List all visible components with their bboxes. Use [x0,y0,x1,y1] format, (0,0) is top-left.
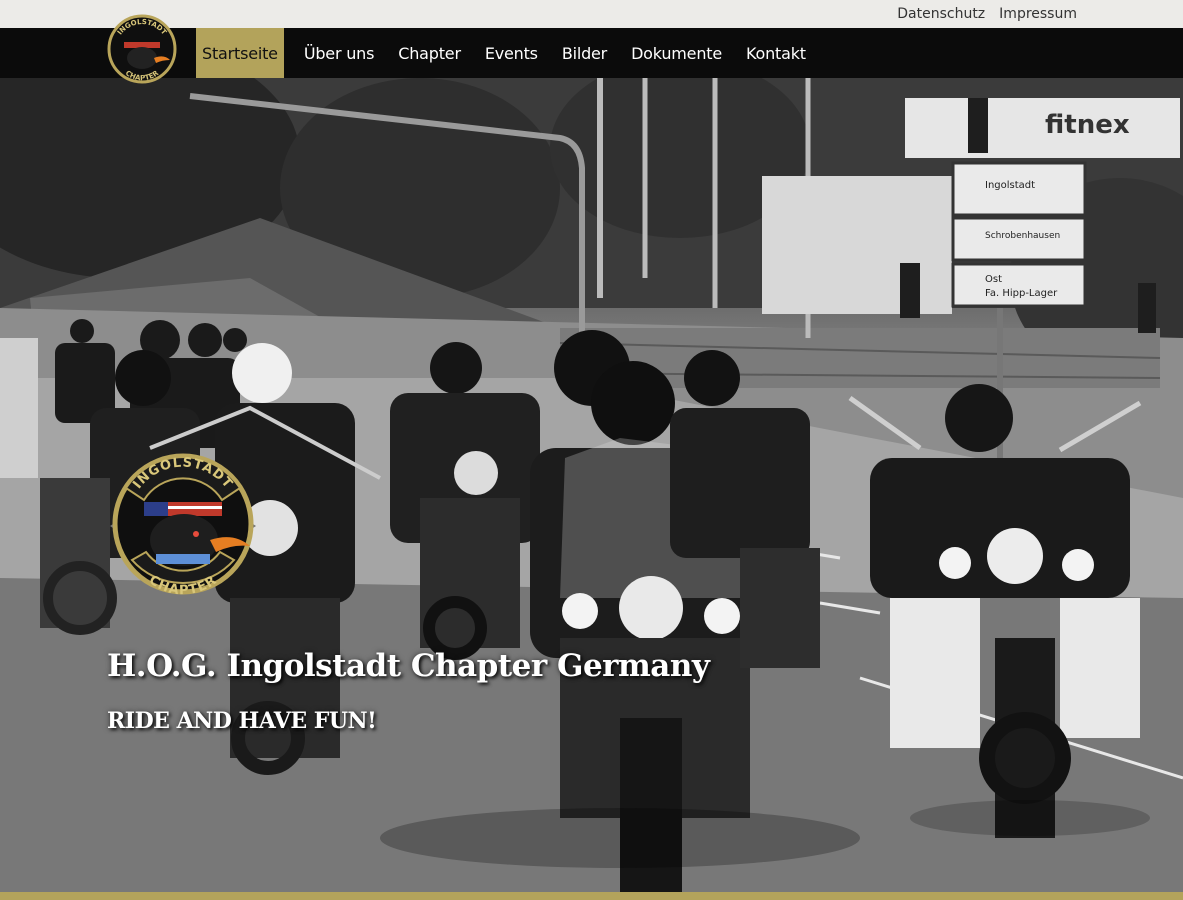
nav-item-chapter[interactable]: Chapter [386,28,473,78]
hero-banner: fitnex Ingolstadt Schrobenhausen Ost Fa.… [0,78,1183,892]
hero-tagline: RIDE AND HAVE FUN! [107,708,377,734]
site-logo[interactable]: INGOLSTADT CHAPTER [106,6,178,92]
nav-item-startseite[interactable]: Startseite [196,28,284,78]
hero-title: H.O.G. Ingolstadt Chapter Germany [107,648,710,684]
accent-strip [0,892,1183,900]
link-datenschutz[interactable]: Datenschutz [897,6,985,22]
nav-item-ueber-uns[interactable]: Über uns [292,28,386,78]
link-impressum[interactable]: Impressum [999,6,1077,22]
chapter-emblem-logo: INGOLSTADT CHAPTER [110,453,256,598]
nav-item-kontakt[interactable]: Kontakt [734,28,818,78]
nav-item-events[interactable]: Events [473,28,550,78]
sign-dest-2: Schrobenhausen [985,231,1060,241]
sign-dest-3: Ost [985,274,1002,285]
billboard-text: fitnex [1045,110,1130,140]
sign-dest-1: Ingolstadt [985,180,1035,191]
nav-menu: Startseite Über uns Chapter Events Bilde… [196,28,818,78]
nav-item-bilder[interactable]: Bilder [550,28,619,78]
nav-item-dokumente[interactable]: Dokumente [619,28,734,78]
sign-dest-4: Fa. Hipp-Lager [985,288,1058,299]
utility-links: Datenschutz Impressum [897,6,1077,22]
